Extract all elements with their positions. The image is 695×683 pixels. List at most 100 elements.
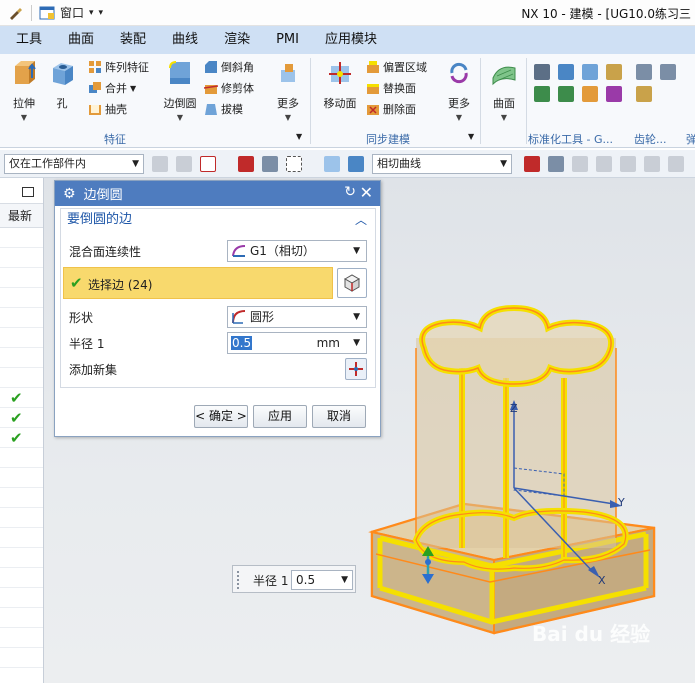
navigator-row[interactable]: ✔: [0, 408, 43, 428]
dialog-title-bar[interactable]: ⚙ 边倒圆 ↻ ✕: [55, 181, 380, 206]
table-icon[interactable]: [606, 86, 622, 102]
window-icon[interactable]: [39, 5, 55, 21]
group-expand-icon[interactable]: ▼: [296, 132, 302, 141]
navigator-column-latest[interactable]: 最新: [0, 204, 43, 228]
snap-wave-icon[interactable]: [668, 156, 684, 172]
offset-region-button[interactable]: 偏置区域: [366, 58, 427, 76]
layer-icon[interactable]: [558, 64, 574, 80]
select-rectangle-icon[interactable]: [200, 156, 216, 172]
parts-list-icon[interactable]: [582, 64, 598, 80]
navigator-row[interactable]: [0, 468, 43, 488]
snap-endpoint-icon[interactable]: [524, 156, 540, 172]
chevron-down-icon[interactable]: ▼: [353, 333, 360, 353]
snap-curve-icon[interactable]: [572, 156, 588, 172]
select-edge-button[interactable]: [337, 268, 367, 298]
chevron-down-icon[interactable]: ▼: [341, 571, 348, 589]
deselect-icon[interactable]: [262, 156, 278, 172]
chevron-down-icon[interactable]: ▼: [158, 113, 202, 122]
navigator-row[interactable]: [0, 608, 43, 628]
chevron-down-icon[interactable]: ▼: [482, 113, 526, 122]
navigator-row[interactable]: [0, 508, 43, 528]
menu-surface[interactable]: 曲面: [55, 26, 107, 54]
navigator-row[interactable]: [0, 328, 43, 348]
chevron-down-icon[interactable]: ▼: [2, 113, 46, 122]
radius-popup-input[interactable]: 0.5 ▼: [291, 570, 353, 590]
unite-button[interactable]: 合并 ▼: [88, 79, 136, 97]
chamfer-button[interactable]: 倒斜角: [204, 58, 254, 76]
draft-button[interactable]: 拔模: [204, 100, 243, 118]
navigator-row[interactable]: [0, 248, 43, 268]
shape-dropdown[interactable]: 圆形 ▼: [227, 306, 367, 328]
navigator-row[interactable]: [0, 348, 43, 368]
snap-slash-icon[interactable]: [620, 156, 636, 172]
navigator-row[interactable]: [0, 488, 43, 508]
navigator-row[interactable]: [0, 448, 43, 468]
navigator-row[interactable]: [0, 528, 43, 548]
pattern-feature-button[interactable]: 阵列特征: [88, 58, 149, 76]
navigator-row[interactable]: [0, 268, 43, 288]
move-face-button[interactable]: 移动面: [318, 58, 362, 111]
navigator-row[interactable]: ✔: [0, 388, 43, 408]
spur-gear-icon[interactable]: [636, 64, 652, 80]
shape-icon[interactable]: [582, 86, 598, 102]
chevron-down-icon[interactable]: ▼: [266, 113, 310, 122]
navigator-row[interactable]: [0, 548, 43, 568]
lasso-select-icon[interactable]: [286, 156, 302, 172]
add-new-set-button[interactable]: [345, 358, 367, 380]
menu-applications[interactable]: 应用模块: [312, 26, 390, 54]
navigator-row[interactable]: [0, 588, 43, 608]
group-expand-icon[interactable]: ▼: [468, 132, 474, 141]
reuse-icon[interactable]: [534, 86, 550, 102]
gear-icon[interactable]: ⚙: [63, 186, 76, 202]
sync-more-button[interactable]: 更多 ▼: [437, 58, 481, 122]
brush-icon[interactable]: [8, 5, 24, 21]
blend-continuity-dropdown[interactable]: G1（相切） ▼: [227, 240, 367, 262]
curve-rule-dropdown[interactable]: 相切曲线 ▼: [372, 154, 512, 174]
radius-popup[interactable]: 半径 1 0.5 ▼: [232, 565, 356, 593]
coordinate-icon[interactable]: [534, 64, 550, 80]
feature-more-button[interactable]: 更多 ▼: [266, 58, 310, 122]
edge-blend-button[interactable]: 边倒圆 ▼: [158, 58, 202, 122]
selection-scope-dropdown[interactable]: 仅在工作部件内 ▼: [4, 154, 144, 174]
select-edge-row[interactable]: ✔ 选择边 (24): [63, 267, 333, 299]
navigator-row[interactable]: ✔: [0, 428, 43, 448]
surface-button[interactable]: 曲面 ▼: [482, 58, 526, 122]
filter-icon[interactable]: [176, 156, 192, 172]
navigator-row[interactable]: [0, 368, 43, 388]
snap-arrow-icon[interactable]: [548, 156, 564, 172]
hole-button[interactable]: 孔: [40, 58, 84, 111]
menu-assembly[interactable]: 装配: [107, 26, 159, 54]
cancel-button[interactable]: 取消: [312, 405, 366, 428]
navigator-row[interactable]: [0, 308, 43, 328]
customize-toolbar-icon[interactable]: ▾: [99, 8, 104, 18]
maximize-icon[interactable]: [22, 187, 34, 197]
collapse-icon[interactable]: ︿: [355, 209, 367, 231]
navigator-row[interactable]: [0, 648, 43, 668]
radius-input[interactable]: 0.5 mm ▼: [227, 332, 367, 354]
gear-param-icon[interactable]: [636, 86, 652, 102]
window-menu[interactable]: 窗口: [60, 4, 84, 21]
navigator-row[interactable]: [0, 628, 43, 648]
apply-button[interactable]: 应用: [253, 405, 307, 428]
section-edges-to-blend[interactable]: 要倒圆的边 ︿: [61, 209, 375, 231]
drag-grip-icon[interactable]: [237, 571, 241, 589]
trim-body-button[interactable]: 修剪体: [204, 79, 254, 97]
ok-button[interactable]: < 确定 >: [194, 405, 248, 428]
pick-icon[interactable]: [238, 156, 254, 172]
chevron-down-icon[interactable]: ▼: [437, 113, 481, 122]
navigator-row[interactable]: [0, 288, 43, 308]
menu-tools[interactable]: 工具: [0, 26, 55, 54]
menu-pmi[interactable]: PMI: [263, 26, 312, 54]
snap-arc-icon[interactable]: [644, 156, 660, 172]
reset-icon[interactable]: ↻: [344, 184, 356, 200]
menu-curve[interactable]: 曲线: [159, 26, 211, 54]
gear-tool-icon[interactable]: [606, 64, 622, 80]
navigator-row[interactable]: [0, 228, 43, 248]
shell-button[interactable]: 抽壳: [88, 100, 127, 118]
snap-line-icon[interactable]: [596, 156, 612, 172]
snap-point-icon[interactable]: [152, 156, 168, 172]
chevron-down-icon[interactable]: ▼: [130, 84, 136, 93]
helical-gear-icon[interactable]: [660, 64, 676, 80]
tree-icon[interactable]: [558, 86, 574, 102]
chevron-down-icon[interactable]: ▾: [89, 8, 94, 18]
